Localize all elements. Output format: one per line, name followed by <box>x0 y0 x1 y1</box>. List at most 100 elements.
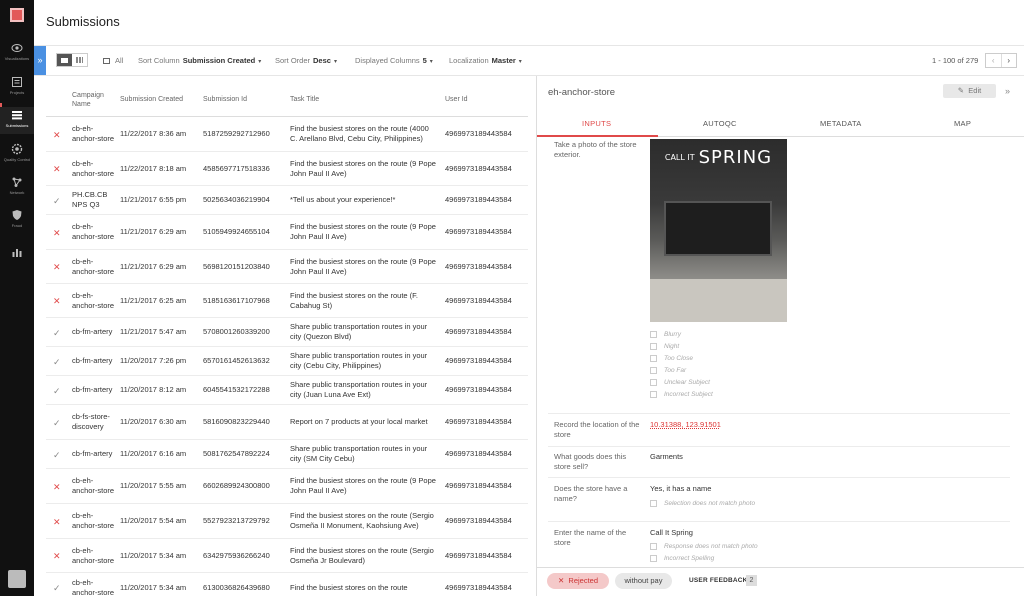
check-icon: ✓ <box>53 583 61 593</box>
campaign-cell: cb-fm-artery <box>72 449 113 458</box>
created-cell: 11/20/2017 5:34 am <box>120 550 187 560</box>
campaign-cell: cb-eh-anchor-store <box>72 476 115 495</box>
tab-metadata[interactable]: METADATA <box>820 119 862 128</box>
submission-id-cell: 5185163617107968 <box>203 295 270 305</box>
list-view-button[interactable] <box>57 54 72 66</box>
user-id-cell: 4969973189443584 <box>445 261 512 271</box>
table-row[interactable]: ✕ cb-eh-anchor-store 11/20/2017 5:34 am 634… <box>46 539 528 573</box>
table-row[interactable]: ✕ cb-eh-anchor-store 11/22/2017 8:18 am 458… <box>46 152 528 186</box>
nav-item-label: Submissions <box>5 123 29 128</box>
submission-id-cell: 5708001260339200 <box>203 327 270 336</box>
rejected-icon: ✕ <box>53 129 61 140</box>
nav-item-label: Network <box>9 190 25 195</box>
task-title-cell: Find the busiest stores on the route (9 … <box>290 256 436 276</box>
sort-column-dropdown[interactable]: Sort Column Submission Created ▾ <box>138 56 261 65</box>
tab-autoqc[interactable]: AUTOQC <box>703 119 737 128</box>
rejected-button[interactable]: ✕ Rejected <box>547 573 609 589</box>
table-row[interactable]: ✕ cb-eh-anchor-store 11/20/2017 5:55 am 660… <box>46 469 528 504</box>
flag-night[interactable]: Night <box>650 343 679 350</box>
flag-selection-mismatch[interactable]: Selection does not match photo <box>650 500 755 507</box>
location-link[interactable]: 10.31388, 123.91501 <box>650 420 721 429</box>
nav-item-fraud[interactable]: Fraud <box>0 209 34 228</box>
created-cell: 11/21/2017 6:25 am <box>120 295 187 305</box>
campaign-cell: cb-eh-anchor-store <box>72 222 115 241</box>
tab-inputs[interactable]: INPUTS <box>582 119 611 128</box>
flag-too-close[interactable]: Too Close <box>650 355 693 362</box>
user-feedback-label[interactable]: USER FEEDBACK <box>689 577 748 584</box>
select-all-toggle[interactable]: All <box>103 56 123 65</box>
table-row[interactable]: ✕ cb-eh-anchor-store 11/21/2017 6:29 am 569… <box>46 250 528 284</box>
next-page-button[interactable]: › <box>1000 54 1017 67</box>
table-row[interactable]: ✓ cb-fm-artery 11/21/2017 5:47 am 570800126… <box>46 318 528 347</box>
rejected-icon: ✕ <box>53 227 61 238</box>
network-icon <box>12 177 22 187</box>
nav-item-visualizations[interactable]: Visualizations <box>0 42 34 61</box>
flag-unclear-subject[interactable]: Unclear Subject <box>650 379 710 386</box>
app-logo[interactable] <box>10 8 24 22</box>
chevron-down-icon: ▾ <box>258 59 262 65</box>
table-row[interactable]: ✓ cb-fm-artery 11/20/2017 6:16 am 508176254… <box>46 440 528 469</box>
table-row[interactable]: ✓ cb-fm-artery 11/20/2017 8:12 am 604554153… <box>46 376 528 405</box>
column-header-user-id[interactable]: User Id <box>445 95 468 104</box>
shield-icon <box>12 210 22 220</box>
nav-item-quality-control[interactable]: Quality Control <box>0 143 34 162</box>
flag-too-far[interactable]: Too Far <box>650 367 686 374</box>
sort-order-dropdown[interactable]: Sort Order Desc ▾ <box>275 56 337 65</box>
store-photo[interactable]: CALL IT SPRING <box>650 139 787 322</box>
nav-item-analytics[interactable] <box>0 246 34 258</box>
left-nav: Visualizations Projects Submissions Qual… <box>0 0 34 596</box>
submission-id-cell: 5105949924655104 <box>203 227 270 236</box>
column-header-submission-created[interactable]: Submission Created <box>120 95 183 104</box>
displayed-columns-dropdown[interactable]: Displayed Columns 5 ▾ <box>355 56 433 65</box>
page-title: Submissions <box>46 14 120 29</box>
submission-id-cell: 6570161452613632 <box>203 356 270 365</box>
table-row[interactable]: ✕ cb-eh-anchor-store 11/22/2017 8:36 am 518… <box>46 117 528 152</box>
table-row[interactable]: ✕ cb-eh-anchor-store 11/20/2017 5:54 am 552… <box>46 504 528 539</box>
nav-item-network[interactable]: Network <box>0 176 34 195</box>
without-pay-button[interactable]: without pay <box>615 573 672 589</box>
created-cell: 11/20/2017 7:26 pm <box>120 356 187 365</box>
localization-dropdown[interactable]: Localization Master ▾ <box>449 56 522 65</box>
flag-incorrect-spelling[interactable]: Incorrect Spelling <box>650 555 714 562</box>
grid-view-button[interactable] <box>72 54 87 66</box>
chevron-down-icon: ▾ <box>333 59 337 65</box>
flag-incorrect-subject[interactable]: Incorrect Subject <box>650 391 713 398</box>
pagination-text: 1 - 100 of 279 <box>932 56 979 65</box>
table-row[interactable]: ✓ cb-eh-anchor-store 11/20/2017 5:34 am 613… <box>46 573 528 596</box>
flag-response-mismatch[interactable]: Response does not match photo <box>650 543 758 550</box>
prev-page-button[interactable]: ‹ <box>986 54 1001 67</box>
table-row[interactable]: ✓ cb-fs-store-discovery 11/20/2017 6:30 am… <box>46 405 528 440</box>
sort-order-label: Sort Order <box>275 56 311 65</box>
goods-answer: Garments <box>650 452 683 461</box>
list-view-icon <box>61 57 68 63</box>
nav-item-projects[interactable]: Projects <box>0 76 34 95</box>
check-icon: ✓ <box>53 356 61 367</box>
user-id-cell: 4969973189443584 <box>445 449 512 458</box>
enter-name-answer: Call It Spring <box>650 528 693 537</box>
field-divider <box>548 477 1010 478</box>
table-row[interactable]: ✓ PH.CB.CB NPS Q3 11/21/2017 6:55 pm 502563… <box>46 186 528 215</box>
edit-button[interactable]: ✎ Edit <box>943 84 996 98</box>
column-header-campaign[interactable]: Campaign Name <box>72 91 112 109</box>
tab-map[interactable]: MAP <box>954 119 971 128</box>
check-icon: ✓ <box>53 449 61 460</box>
collapse-panel-button[interactable]: » <box>34 46 46 75</box>
field-divider <box>548 413 1010 414</box>
nav-item-label: Projects <box>9 90 25 95</box>
table-row[interactable]: ✕ cb-eh-anchor-store 11/21/2017 6:29 am 510… <box>46 215 528 250</box>
expand-panel-button[interactable]: » <box>1005 86 1010 96</box>
sort-column-value: Submission Created <box>182 56 256 65</box>
submission-id-cell: 4585697717518336 <box>203 163 270 173</box>
submission-id-cell: 5527923213729792 <box>203 516 270 525</box>
created-cell: 11/21/2017 6:55 pm <box>120 195 187 204</box>
column-header-submission-id[interactable]: Submission Id <box>203 95 247 104</box>
table-row[interactable]: ✓ cb-fm-artery 11/20/2017 7:26 pm 657016145… <box>46 347 528 376</box>
user-avatar[interactable] <box>8 570 26 588</box>
name-question: Does the store have a name? <box>554 484 628 503</box>
table-row[interactable]: ✕ cb-eh-anchor-store 11/21/2017 6:25 am 518… <box>46 284 528 318</box>
rejected-icon: ✕ <box>53 481 61 492</box>
nav-item-submissions[interactable]: Submissions <box>0 107 34 134</box>
column-header-task-title[interactable]: Task Title <box>290 95 319 104</box>
submission-id-cell: 6342975936266240 <box>203 550 270 560</box>
flag-blurry[interactable]: Blurry <box>650 331 681 338</box>
